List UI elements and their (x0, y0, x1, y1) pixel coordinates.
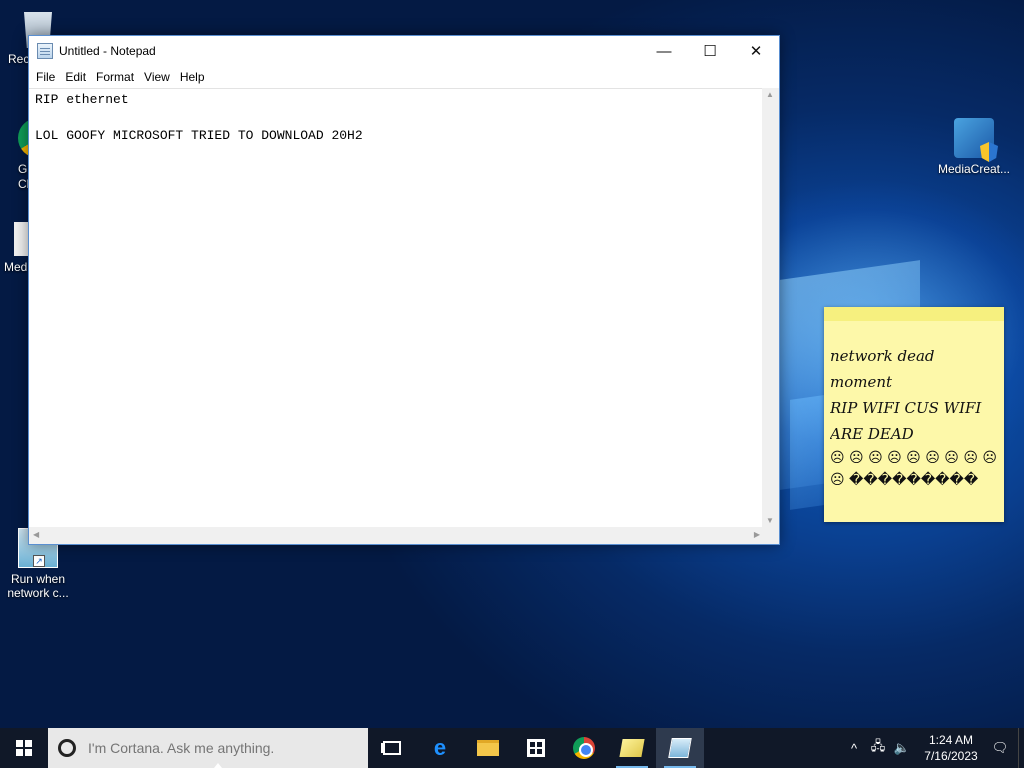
windows-logo-icon (16, 740, 32, 756)
scroll-down-icon[interactable]: ▼ (766, 516, 774, 525)
menu-format[interactable]: Format (91, 70, 139, 84)
notifications-icon[interactable]: 🗨 (988, 728, 1012, 768)
menu-file[interactable]: File (31, 70, 60, 84)
cortana-search-box[interactable] (48, 728, 368, 768)
desktop-icon-label: Run when network c... (7, 572, 69, 600)
cortana-search-input[interactable] (88, 740, 348, 756)
taskbar-chrome[interactable] (560, 728, 608, 768)
sticky-notes-icon (619, 739, 645, 757)
sticky-note[interactable]: network dead moment RIP WIFI CUS WIFI AR… (824, 307, 1004, 522)
sticky-note-line: ARE DEAD (830, 425, 914, 443)
text-editor[interactable]: RIP ethernet LOL GOOFY MICROSOFT TRIED T… (29, 88, 764, 527)
taskbar-edge[interactable]: e (416, 728, 464, 768)
shortcut-arrow-icon: ↗ (33, 555, 45, 567)
scroll-right-icon[interactable]: ▶ (754, 530, 760, 539)
scroll-left-icon[interactable]: ◀ (33, 530, 39, 539)
clock[interactable]: 1:24 AM 7/16/2023 (914, 732, 988, 764)
horizontal-scrollbar[interactable]: ◀ ▶ (29, 527, 764, 544)
notepad-window[interactable]: Untitled - Notepad — ☐ ✕ File Edit Forma… (28, 35, 780, 545)
notepad-icon (37, 43, 53, 59)
clock-date: 7/16/2023 (924, 749, 978, 763)
show-desktop-button[interactable] (1018, 728, 1024, 768)
menu-view[interactable]: View (139, 70, 175, 84)
sticky-note-line: network dead (830, 347, 935, 365)
menu-bar: File Edit Format View Help (29, 66, 779, 88)
taskbar-sticky-notes[interactable] (608, 728, 656, 768)
editor-content: RIP ethernet LOL GOOFY MICROSOFT TRIED T… (35, 92, 363, 143)
taskbar: e ^ 🖧 🔈 1:24 AM 7/16/2023 🗨 (0, 728, 1024, 768)
taskbar-notepad[interactable] (656, 728, 704, 768)
cortana-icon (58, 739, 76, 757)
maximize-button[interactable]: ☐ (687, 36, 733, 66)
notepad-icon (668, 738, 692, 758)
taskbar-file-explorer[interactable] (464, 728, 512, 768)
taskbar-task-view[interactable] (368, 728, 416, 768)
media-creation-tool-icon (954, 118, 994, 158)
taskbar-store[interactable] (512, 728, 560, 768)
resize-grip[interactable] (762, 527, 779, 544)
vertical-scrollbar[interactable]: ▲ ▼ (762, 88, 779, 527)
sticky-note-line: moment (830, 373, 893, 391)
desktop-icon-media-creation-tool[interactable]: MediaCreat... (936, 118, 1012, 176)
start-button[interactable] (0, 728, 48, 768)
task-view-icon (383, 741, 401, 755)
scroll-up-icon[interactable]: ▲ (766, 90, 774, 99)
edge-icon: e (433, 735, 447, 760)
chevron-up-icon[interactable]: ^ (842, 728, 866, 768)
sticky-note-emoji-text: ☹ ☹ ☹ ☹ ☹ ☹ ☹ ☹ ☹ ☹ ��������� (830, 450, 997, 488)
network-disconnected-icon[interactable]: 🖧 (866, 728, 890, 768)
minimize-button[interactable]: — (641, 36, 687, 66)
file-explorer-icon (477, 740, 499, 756)
sticky-note-line: RIP WIFI CUS WIFI (830, 399, 982, 417)
menu-edit[interactable]: Edit (60, 70, 91, 84)
menu-help[interactable]: Help (175, 70, 210, 84)
chrome-icon (573, 737, 595, 759)
store-icon (527, 739, 545, 757)
desktop-icon-label: MediaCreat... (937, 162, 1011, 176)
mouse-cursor-icon (214, 763, 222, 768)
title-bar[interactable]: Untitled - Notepad — ☐ ✕ (29, 36, 779, 66)
close-button[interactable]: ✕ (733, 36, 779, 66)
window-title: Untitled - Notepad (59, 44, 156, 58)
clock-time: 1:24 AM (928, 733, 974, 747)
system-tray: ^ 🖧 🔈 1:24 AM 7/16/2023 🗨 (842, 728, 1024, 768)
volume-muted-icon[interactable]: 🔈 (890, 728, 914, 768)
